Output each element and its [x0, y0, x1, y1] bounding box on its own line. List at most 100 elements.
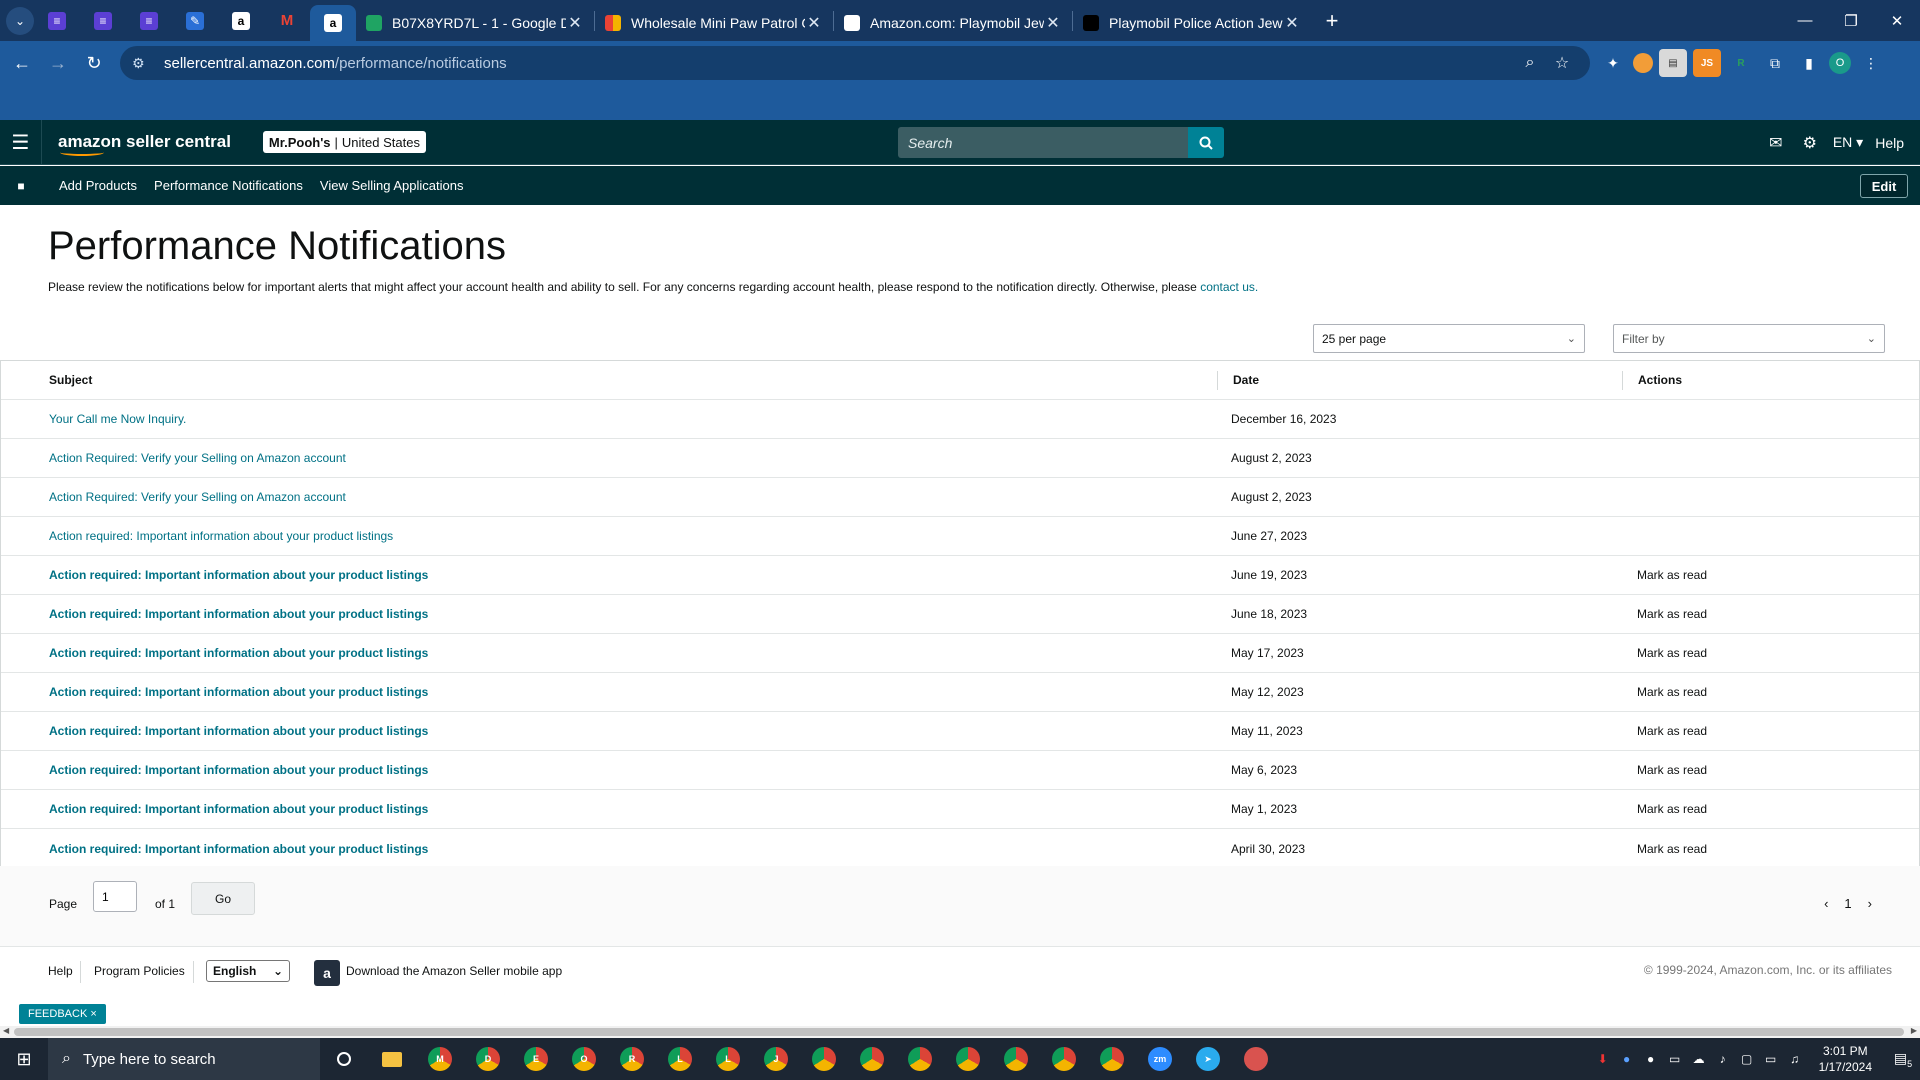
device-icon[interactable]: ▢ — [1735, 1052, 1759, 1066]
site-info-icon[interactable]: ⚙ — [132, 55, 152, 72]
tab-search-chevron-icon[interactable]: ⌄ — [6, 6, 34, 35]
tab-google-drive[interactable]: B07X8YRD7L - 1 - Google Drive ✕ — [356, 5, 594, 41]
close-icon[interactable]: ✕ — [1283, 13, 1301, 33]
scrollbar-thumb[interactable] — [14, 1028, 1904, 1036]
zoom-app-icon[interactable]: zm — [1136, 1038, 1184, 1080]
task-view-icon[interactable] — [320, 1038, 368, 1080]
chevron-right-icon[interactable]: › — [1868, 896, 1872, 911]
gear-icon[interactable]: ⚙ — [1793, 133, 1827, 153]
chrome-tray-icon[interactable]: ● — [1639, 1052, 1663, 1066]
notification-subject-link[interactable]: Action required: Important information a… — [49, 646, 428, 660]
pinned-tab-amazon-active[interactable]: a — [310, 5, 356, 41]
mark-as-read-link[interactable]: Mark as read — [1637, 607, 1707, 621]
chrome-profile-icon[interactable] — [992, 1038, 1040, 1080]
notification-subject-link[interactable]: Action required: Important information a… — [49, 842, 428, 856]
extension-puzzle-icon[interactable]: ✦ — [1599, 49, 1627, 77]
notification-subject-link[interactable]: Your Call me Now Inquiry. — [49, 412, 186, 426]
pinned-tab-tool[interactable]: ✎ — [172, 0, 218, 41]
edit-button[interactable]: Edit — [1860, 174, 1908, 198]
notification-subject-link[interactable]: Action Required: Verify your Selling on … — [49, 451, 346, 465]
forward-arrow-icon[interactable]: → — [40, 45, 76, 81]
chrome-profile-icon[interactable]: M — [416, 1038, 464, 1080]
restore-icon[interactable]: ❐ — [1828, 0, 1874, 41]
network-icon[interactable]: ▭ — [1759, 1052, 1783, 1066]
tab-wholesale[interactable]: Wholesale Mini Paw Patrol Guit ✕ — [595, 5, 833, 41]
back-arrow-icon[interactable]: ← — [4, 45, 40, 81]
profile-avatar-icon[interactable]: O — [1829, 52, 1851, 74]
bookmark-star-icon[interactable]: ☆ — [1546, 53, 1578, 73]
windows-start-icon[interactable]: ⊞ — [0, 1038, 48, 1080]
scroll-left-icon[interactable]: ◀ — [3, 1026, 9, 1035]
pinned-tab-docs-1[interactable]: ≡ — [34, 0, 80, 41]
notification-subject-link[interactable]: Action required: Important information a… — [49, 724, 428, 738]
chrome-profile-icon[interactable]: J — [752, 1038, 800, 1080]
scroll-right-icon[interactable]: ▶ — [1911, 1026, 1917, 1035]
search-input[interactable] — [898, 127, 1188, 158]
chrome-profile-icon[interactable]: O — [560, 1038, 608, 1080]
mark-as-read-link[interactable]: Mark as read — [1637, 763, 1707, 777]
pinned-tab-docs-3[interactable]: ≡ — [126, 0, 172, 41]
per-page-select[interactable]: 25 per page ⌄ — [1313, 324, 1585, 353]
notification-subject-link[interactable]: Action required: Important information a… — [49, 802, 428, 816]
extension-icon[interactable]: ▤ — [1659, 49, 1687, 77]
extension-icon[interactable] — [1633, 53, 1653, 73]
notification-subject-link[interactable]: Action required: Important information a… — [49, 763, 428, 777]
search-button[interactable] — [1188, 127, 1224, 158]
help-link[interactable]: Help — [1875, 135, 1904, 151]
side-panel-icon[interactable]: ▮ — [1795, 49, 1823, 77]
tab-playmobil-police[interactable]: Playmobil Police Action Jewel H ✕ — [1073, 5, 1311, 41]
zoom-tray-icon[interactable]: ● — [1615, 1052, 1639, 1066]
notification-subject-link[interactable]: Action required: Important information a… — [49, 529, 393, 543]
cloud-icon[interactable]: ☁ — [1687, 1052, 1711, 1066]
chrome-profile-icon[interactable]: L — [656, 1038, 704, 1080]
footer-language-select[interactable]: English ⌄ — [206, 960, 290, 982]
notification-subject-link[interactable]: Action Required: Verify your Selling on … — [49, 490, 346, 504]
chrome-profile-icon[interactable] — [944, 1038, 992, 1080]
footer-help-link[interactable]: Help — [48, 964, 73, 978]
chrome-profile-icon[interactable] — [1040, 1038, 1088, 1080]
chevron-left-icon[interactable]: ‹ — [1824, 896, 1828, 911]
extensions-icon[interactable]: ⧉ — [1761, 49, 1789, 77]
chrome-profile-icon[interactable]: D — [464, 1038, 512, 1080]
language-selector[interactable]: EN ▾ — [1833, 134, 1863, 151]
header-date[interactable]: Date — [1233, 373, 1259, 387]
chrome-profile-icon[interactable] — [848, 1038, 896, 1080]
amazon-seller-app-icon[interactable]: a — [314, 960, 340, 986]
horizontal-scrollbar[interactable]: ◀ ▶ — [0, 1026, 1920, 1038]
tray-icon[interactable]: ⬇ — [1591, 1052, 1615, 1066]
header-subject[interactable]: Subject — [49, 373, 92, 387]
filter-select[interactable]: Filter by ⌄ — [1613, 324, 1885, 353]
store-switcher[interactable]: Mr.Pooh's | United States — [262, 131, 426, 153]
page-number-input[interactable] — [93, 881, 137, 912]
app-icon[interactable] — [1232, 1038, 1280, 1080]
mark-as-read-link[interactable]: Mark as read — [1637, 842, 1707, 856]
microphone-icon[interactable]: ♪ — [1711, 1052, 1735, 1066]
extension-icon[interactable]: R — [1727, 49, 1755, 77]
close-icon[interactable]: ✕ — [805, 13, 823, 33]
nav-performance-notifications[interactable]: Performance Notifications — [154, 178, 303, 193]
chrome-profile-icon[interactable]: L — [704, 1038, 752, 1080]
new-tab-plus-icon[interactable]: + — [1317, 6, 1347, 36]
zoom-icon[interactable]: ⌕ — [1514, 54, 1546, 72]
notification-subject-link[interactable]: Action required: Important information a… — [49, 685, 428, 699]
drive-tray-icon[interactable]: ▭ — [1663, 1052, 1687, 1066]
close-window-icon[interactable]: ✕ — [1874, 0, 1920, 41]
mark-as-read-link[interactable]: Mark as read — [1637, 802, 1707, 816]
mark-as-read-link[interactable]: Mark as read — [1637, 685, 1707, 699]
tab-amazon-playmobil[interactable]: Amazon.com: Playmobil Jewel H ✕ — [834, 5, 1072, 41]
taskbar-clock[interactable]: 3:01 PM 1/17/2024 — [1819, 1043, 1872, 1075]
close-icon[interactable]: ✕ — [1044, 13, 1062, 33]
browser-menu-icon[interactable]: ⋮ — [1857, 49, 1885, 77]
pinned-tab-gmail[interactable]: M — [264, 0, 310, 41]
nav-view-selling-applications[interactable]: View Selling Applications — [320, 178, 464, 193]
notification-center-icon[interactable]: ▤5 — [1886, 1050, 1920, 1069]
taskbar-search-box[interactable]: ⌕ Type here to search — [48, 1038, 320, 1080]
mail-icon[interactable]: ✉ — [1759, 133, 1793, 153]
reload-icon[interactable]: ↻ — [76, 45, 112, 81]
chrome-profile-icon[interactable] — [800, 1038, 848, 1080]
download-app-link[interactable]: Download the Amazon Seller mobile app — [346, 964, 562, 978]
pinned-tab-amazon[interactable]: a — [218, 0, 264, 41]
mark-as-read-link[interactable]: Mark as read — [1637, 568, 1707, 582]
chrome-profile-icon[interactable]: E — [512, 1038, 560, 1080]
chrome-profile-icon[interactable]: R — [608, 1038, 656, 1080]
